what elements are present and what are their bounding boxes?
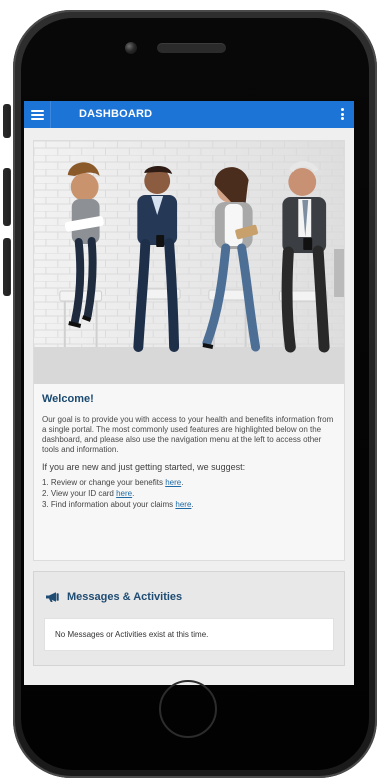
welcome-body: Welcome! Our goal is to provide you with… (34, 384, 344, 510)
volume-down-button (3, 238, 11, 296)
volume-up-button (3, 168, 11, 226)
claims-link[interactable]: here (175, 500, 191, 509)
home-button[interactable] (159, 680, 217, 738)
top-app-bar: DASHBOARD (24, 101, 354, 128)
messages-title: Messages & Activities (67, 591, 183, 603)
more-options-button[interactable] (341, 108, 345, 120)
device-screenshot: DASHBOARD Welcome! Our goal is to provid… (0, 0, 379, 782)
step-benefits-suffix: . (181, 478, 184, 487)
welcome-heading: Welcome! (42, 393, 94, 405)
megaphone-icon (46, 592, 59, 602)
messages-activities-card: Messages & Activities No Messages or Act… (33, 571, 345, 666)
messages-header: Messages & Activities (45, 591, 182, 603)
messages-empty-state: No Messages or Activities exist at this … (44, 618, 334, 651)
step-id-card-prefix: 2. View your ID card (42, 489, 117, 498)
app-screen: DASHBOARD Welcome! Our goal is to provid… (24, 101, 354, 685)
hamburger-menu-icon (30, 109, 44, 120)
step-id-card-suffix: . (132, 489, 135, 498)
step-benefits-prefix: 1. Review or change your benefits (42, 478, 166, 487)
page-title: DASHBOARD (79, 108, 153, 120)
step-id-card: 2. View your ID card here. (42, 488, 336, 499)
earpiece-speaker (157, 43, 226, 53)
step-claims-prefix: 3. Find information about your claims (42, 500, 176, 509)
front-camera-icon (125, 42, 137, 54)
welcome-intro: Our goal is to provide you with access t… (42, 415, 334, 454)
vertical-kebab-icon (341, 108, 344, 111)
dashboard-content: Welcome! Our goal is to provide you with… (33, 140, 345, 685)
step-benefits: 1. Review or change your benefits here. (42, 477, 336, 488)
welcome-card: Welcome! Our goal is to provide you with… (33, 140, 345, 561)
step-claims: 3. Find information about your claims he… (42, 499, 336, 510)
welcome-hero-image (34, 141, 344, 384)
benefits-link[interactable]: here (165, 478, 181, 487)
people-sitting-image (34, 141, 344, 384)
step-claims-suffix: . (191, 500, 194, 509)
mute-switch (3, 104, 11, 138)
id-card-link[interactable]: here (116, 489, 132, 498)
getting-started-heading: If you are new and just getting started,… (42, 462, 246, 472)
menu-button[interactable] (24, 101, 51, 128)
